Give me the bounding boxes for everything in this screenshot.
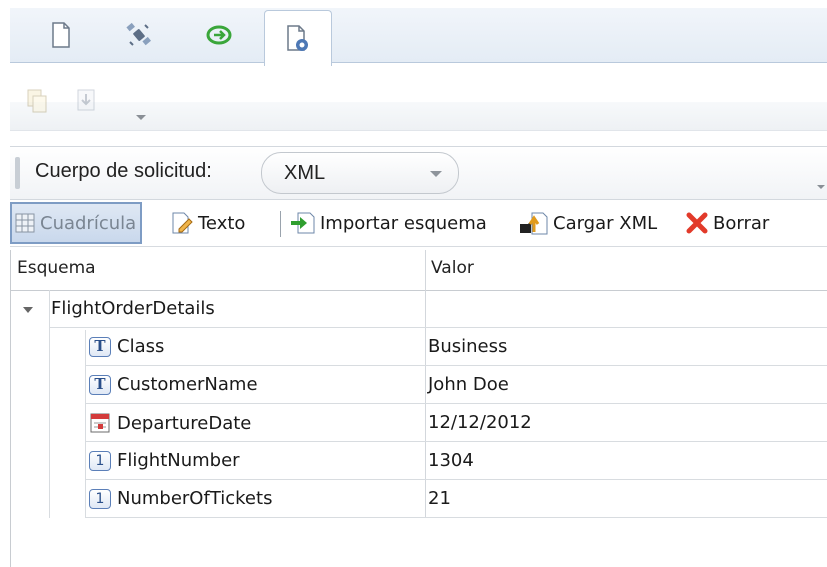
- table-row[interactable]: DepartureDate 12/12/2012: [11, 404, 827, 442]
- body-format-select[interactable]: XML: [261, 152, 459, 194]
- table-row[interactable]: T Class Business: [11, 328, 827, 366]
- satellite-icon: [126, 22, 151, 46]
- number-type-icon: 1: [89, 450, 111, 471]
- delete-button[interactable]: Borrar: [685, 202, 769, 244]
- document-settings-icon: [287, 24, 308, 51]
- text-type-icon: T: [89, 374, 111, 395]
- field-name: Class: [117, 336, 165, 357]
- table-row[interactable]: 1 FlightNumber 1304: [11, 442, 827, 480]
- field-name: CustomerName: [117, 374, 258, 395]
- table-row[interactable]: T CustomerName John Doe: [11, 366, 827, 404]
- tab-satellite[interactable]: [106, 8, 172, 62]
- text-view-label: Texto: [198, 212, 246, 234]
- load-xml-icon: [519, 210, 549, 236]
- grid-toolbar: Cuadrícula Texto Importar esquema Cargar…: [10, 202, 827, 247]
- field-value[interactable]: 1304: [428, 450, 474, 471]
- field-name: NumberOfTickets: [117, 488, 273, 509]
- date-type-icon: [89, 412, 111, 434]
- delete-label: Borrar: [713, 212, 770, 234]
- import-icon: [290, 211, 316, 235]
- text-type-icon: T: [89, 336, 111, 357]
- field-value[interactable]: John Doe: [428, 374, 509, 395]
- bar-overflow-arrow[interactable]: [817, 185, 825, 189]
- document-icon: [52, 22, 70, 48]
- chevron-down-icon: [430, 171, 442, 177]
- field-name: DepartureDate: [117, 412, 252, 434]
- import-schema-label: Importar esquema: [320, 212, 487, 234]
- tab-cycle[interactable]: [186, 8, 252, 62]
- column-header-schema[interactable]: Esquema: [17, 258, 96, 278]
- field-value[interactable]: 12/12/2012: [428, 412, 532, 433]
- load-xml-label: Cargar XML: [553, 212, 658, 234]
- download-icon[interactable]: [76, 88, 98, 119]
- toolbar-separator: [280, 211, 281, 237]
- schema-tree-table: Esquema Valor FlightOrderDetails T Class…: [10, 250, 827, 567]
- table-header: Esquema Valor: [11, 250, 827, 291]
- field-value[interactable]: 21: [428, 488, 451, 509]
- import-schema-button[interactable]: Importar esquema: [290, 202, 487, 244]
- green-cycle-icon: [206, 25, 232, 45]
- field-value[interactable]: Business: [428, 336, 507, 357]
- grid-view-button[interactable]: Cuadrícula: [10, 202, 143, 244]
- body-format-value: XML: [284, 162, 326, 184]
- secondary-toolbar: [10, 82, 827, 131]
- tab-strip: [10, 8, 827, 66]
- tree-node-name: FlightOrderDetails: [51, 298, 215, 319]
- grid-icon: [14, 212, 36, 234]
- tab-document[interactable]: [28, 8, 94, 62]
- number-type-icon: 1: [89, 488, 111, 509]
- tree-row-root[interactable]: FlightOrderDetails: [11, 290, 827, 328]
- grip-handle: [15, 157, 20, 189]
- grid-view-label: Cuadrícula: [40, 212, 137, 234]
- edit-text-icon: [170, 211, 194, 235]
- field-name: FlightNumber: [117, 450, 240, 471]
- column-header-value[interactable]: Valor: [431, 258, 474, 278]
- request-body-bar: Cuerpo de solicitud: XML: [10, 146, 827, 200]
- text-view-button[interactable]: Texto: [170, 202, 245, 244]
- expand-collapse-icon[interactable]: [23, 307, 33, 313]
- tab-document-settings[interactable]: [264, 10, 332, 66]
- request-body-label: Cuerpo de solicitud:: [35, 160, 212, 182]
- delete-x-icon: [685, 211, 709, 235]
- toolbar-dropdown-arrow[interactable]: [136, 115, 146, 120]
- table-row[interactable]: 1 NumberOfTickets 21: [11, 480, 827, 518]
- load-xml-button[interactable]: Cargar XML: [519, 202, 657, 244]
- copy-icon[interactable]: [26, 88, 48, 119]
